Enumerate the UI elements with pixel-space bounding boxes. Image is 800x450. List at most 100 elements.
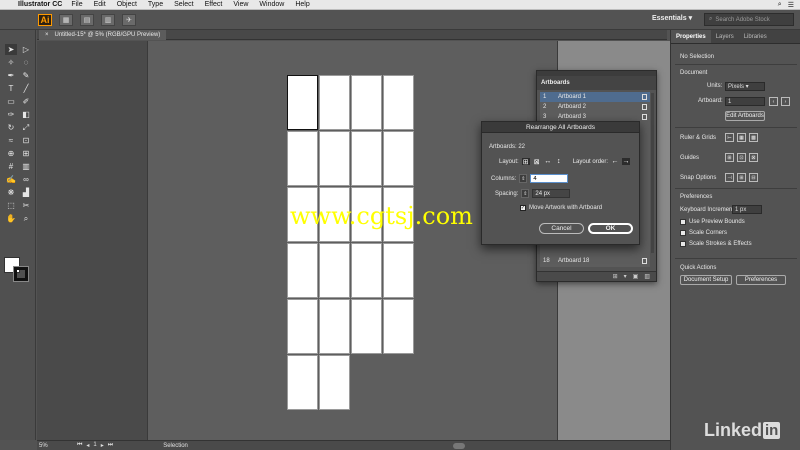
menu-help[interactable]: Help [295,1,309,8]
artboard-row[interactable]: 1 Artboard 1 [540,92,650,102]
artboard[interactable] [287,299,318,354]
last-artboard-icon[interactable]: ⏭ [108,442,113,449]
snap-to-grid-icon[interactable]: ⊞ [737,173,746,182]
keyboard-increment-input[interactable]: 1 px [732,205,762,214]
artboard[interactable] [383,299,414,354]
free-transform-icon[interactable]: ⊡ [20,135,32,146]
menu-window[interactable]: Window [259,1,284,8]
artboard-row[interactable]: 18 Artboard 18 [540,256,650,266]
move-down-icon[interactable]: ▾ [624,273,627,280]
ok-button[interactable]: OK [588,223,633,234]
menu-select[interactable]: Select [174,1,193,8]
document-tab[interactable]: × Untitled-15* @ 5% (RGB/GPU Preview) [39,30,167,40]
artboard-options-icon[interactable] [642,258,647,264]
eraser-icon[interactable]: ◧ [20,109,32,120]
artboard[interactable] [319,75,350,130]
symbol-sprayer-icon[interactable]: ❋ [5,187,17,198]
menu-list-icon[interactable]: ☰ [788,1,794,9]
previous-artboard-icon[interactable]: ‹ [769,97,778,106]
menu-effect[interactable]: Effect [205,1,223,8]
layout-icon[interactable]: ▥ [101,13,115,26]
stroke-swatch[interactable] [14,267,28,281]
snap-to-point-icon[interactable]: ⊣ [725,173,734,182]
grid-icon[interactable]: ▦ [737,133,746,142]
zoom-level[interactable]: 5% [39,443,61,449]
graph-tool-icon[interactable]: ▟ [20,187,32,198]
artboard[interactable] [351,131,382,186]
artboards-panel-header[interactable]: Artboards [537,76,656,90]
lock-guides-icon[interactable]: ⊡ [737,153,746,162]
delete-artboard-icon[interactable]: ▥ [644,273,650,280]
artboard[interactable] [351,75,382,130]
rearrange-artboards-icon[interactable]: ⊞ [613,273,618,280]
magic-wand-icon[interactable]: ✧ [5,57,17,68]
paintbrush-icon[interactable]: ✐ [20,96,32,107]
scale-strokes-checkbox[interactable] [680,241,686,247]
direct-selection-tool-icon[interactable]: ▷ [20,44,32,55]
workspace-switcher[interactable]: Essentials ▾ [652,14,692,22]
stock-icon[interactable]: ▤ [80,13,94,26]
arrange-by-column-icon[interactable]: ↕ [555,158,563,165]
shaper-tool-icon[interactable]: ✑ [5,109,17,120]
artboard[interactable] [319,355,350,410]
document-setup-button[interactable]: Document Setup [680,275,732,285]
arrange-documents-icon[interactable]: ▦ [59,13,73,26]
artboard[interactable] [319,243,350,298]
tab-libraries[interactable]: Libraries [739,30,772,43]
artboard[interactable] [383,243,414,298]
lasso-icon[interactable]: ◌ [20,57,32,68]
artboard-row[interactable]: 2 Artboard 2 [540,102,650,112]
artboard[interactable] [383,131,414,186]
artboard-number-field[interactable]: 1 [93,442,96,449]
rotate-tool-icon[interactable]: ↻ [5,122,17,133]
menu-edit[interactable]: Edit [94,1,106,8]
artboard[interactable] [287,243,318,298]
next-artboard-icon[interactable]: › [781,97,790,106]
artboard[interactable] [319,299,350,354]
send-icon[interactable]: ✈ [122,13,136,26]
new-artboard-icon[interactable]: ▣ [633,273,639,280]
eyedropper-icon[interactable]: ✍ [5,174,17,185]
left-to-right-icon[interactable]: ← [611,158,619,165]
preferences-button[interactable]: Preferences [736,275,786,285]
columns-stepper[interactable]: ⇕ [519,174,528,183]
next-artboard-icon[interactable]: ▸ [101,442,104,449]
snap-to-pixel-icon[interactable]: ⊟ [749,173,758,182]
right-to-left-icon[interactable]: → [622,158,631,165]
units-select[interactable]: Pixels ▾ [725,82,765,91]
artboard-options-icon[interactable] [642,104,647,110]
spacing-stepper[interactable]: ⇕ [521,189,530,198]
stock-search-input[interactable]: ⌕ Search Adobe Stock [704,13,794,26]
mesh-tool-icon[interactable]: # [5,161,17,172]
edit-artboards-button[interactable]: Edit Artboards [725,111,765,121]
ruler-icon[interactable]: ⊢ [725,133,734,142]
width-tool-icon[interactable]: ≈ [5,135,17,146]
artboard-tool-icon[interactable]: ⬚ [5,200,17,211]
smart-guides-icon[interactable]: ⊠ [749,153,758,162]
tab-layers[interactable]: Layers [711,30,739,43]
horizontal-scroll-thumb[interactable] [453,443,465,449]
artboard-select[interactable]: 1 [725,97,765,106]
transparency-grid-icon[interactable]: ▩ [749,133,758,142]
tab-properties[interactable]: Properties [671,30,711,43]
scale-tool-icon[interactable]: ⤢ [20,122,32,133]
move-artwork-checkbox[interactable]: ✓ [520,205,526,211]
cancel-button[interactable]: Cancel [539,223,584,234]
selection-tool-icon[interactable]: ➤ [5,44,17,55]
artboard[interactable] [383,75,414,130]
artboard[interactable] [287,75,318,130]
menu-file[interactable]: File [71,1,82,8]
artboard-options-icon[interactable] [642,94,647,100]
document-tab-close-icon[interactable]: × [45,32,49,38]
artboard[interactable] [287,131,318,186]
gradient-tool-icon[interactable]: ▥ [20,161,32,172]
menu-type[interactable]: Type [148,1,163,8]
blend-tool-icon[interactable]: ∞ [20,174,32,185]
rectangle-tool-icon[interactable]: ▭ [5,96,17,107]
spotlight-icon[interactable]: ⌕ [778,1,782,9]
artboards-list-scrollbar[interactable] [651,93,654,253]
app-name-menu[interactable]: Illustrator CC [18,1,62,8]
grid-by-column-icon[interactable]: ⊠ [533,158,541,166]
artboard[interactable] [351,299,382,354]
show-guides-icon[interactable]: ⊞ [725,153,734,162]
